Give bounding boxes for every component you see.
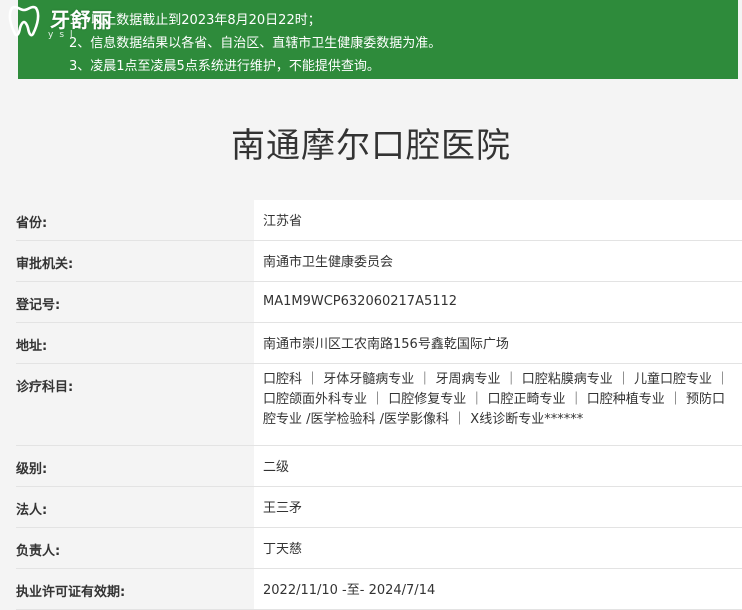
info-row-legal-person: 法人: 王三矛 — [16, 487, 742, 528]
info-value: 王三矛 — [254, 487, 742, 527]
logo-sub-text: ysl — [48, 30, 79, 40]
notice-line-2: 2、信息数据结果以各省、自治区、直辖市卫生健康委数据为准。 — [69, 36, 442, 51]
info-row-registration-number: 登记号: MA1M9WCP632060217A5112 — [16, 282, 742, 323]
info-label: 省份: — [16, 200, 254, 240]
info-label: 诊疗科目: — [16, 364, 254, 445]
hospital-info-table: 省份: 江苏省 审批机关: 南通市卫生健康委员会 登记号: MA1M9WCP63… — [16, 200, 742, 610]
info-row-approval-authority: 审批机关: 南通市卫生健康委员会 — [16, 241, 742, 282]
hospital-name: 南通摩尔口腔医院 — [231, 126, 511, 166]
info-label: 执业许可证有效期: — [16, 569, 254, 609]
info-value: 丁天慈 — [254, 528, 742, 568]
tooth-logo-icon — [8, 5, 40, 37]
info-value: 南通市崇川区工农南路156号鑫乾国际广场 — [254, 323, 742, 363]
info-row-level: 级别: 二级 — [16, 446, 742, 487]
info-label: 审批机关: — [16, 241, 254, 281]
notice-line-3: 3、凌晨1点至凌晨5点系统进行维护，不能提供查询。 — [69, 59, 380, 74]
info-value: 2022/11/10 -至- 2024/7/14 — [254, 569, 742, 609]
info-row-province: 省份: 江苏省 — [16, 200, 742, 241]
site-logo[interactable]: 牙舒丽 ysl — [0, 0, 140, 48]
notice-line-1: 1、以上数据截止到2023年8月20日22时； — [69, 13, 321, 28]
info-row-license-validity: 执业许可证有效期: 2022/11/10 -至- 2024/7/14 — [16, 569, 742, 610]
info-label: 登记号: — [16, 282, 254, 322]
info-label: 负责人: — [16, 528, 254, 568]
info-value: MA1M9WCP632060217A5112 — [254, 282, 742, 322]
logo-brand-text: 牙舒丽 — [50, 8, 113, 32]
info-row-address: 地址: 南通市崇川区工农南路156号鑫乾国际广场 — [16, 323, 742, 364]
info-value: 南通市卫生健康委员会 — [254, 241, 742, 281]
info-label: 地址: — [16, 323, 254, 363]
info-value: 口腔科 ｜ 牙体牙髓病专业 ｜ 牙周病专业 ｜ 口腔粘膜病专业 ｜ 儿童口腔专业… — [254, 364, 742, 445]
info-row-departments: 诊疗科目: 口腔科 ｜ 牙体牙髓病专业 ｜ 牙周病专业 ｜ 口腔粘膜病专业 ｜ … — [16, 364, 742, 446]
info-row-person-in-charge: 负责人: 丁天慈 — [16, 528, 742, 569]
info-label: 法人: — [16, 487, 254, 527]
info-value: 江苏省 — [254, 200, 742, 240]
info-label: 级别: — [16, 446, 254, 486]
info-value: 二级 — [254, 446, 742, 486]
